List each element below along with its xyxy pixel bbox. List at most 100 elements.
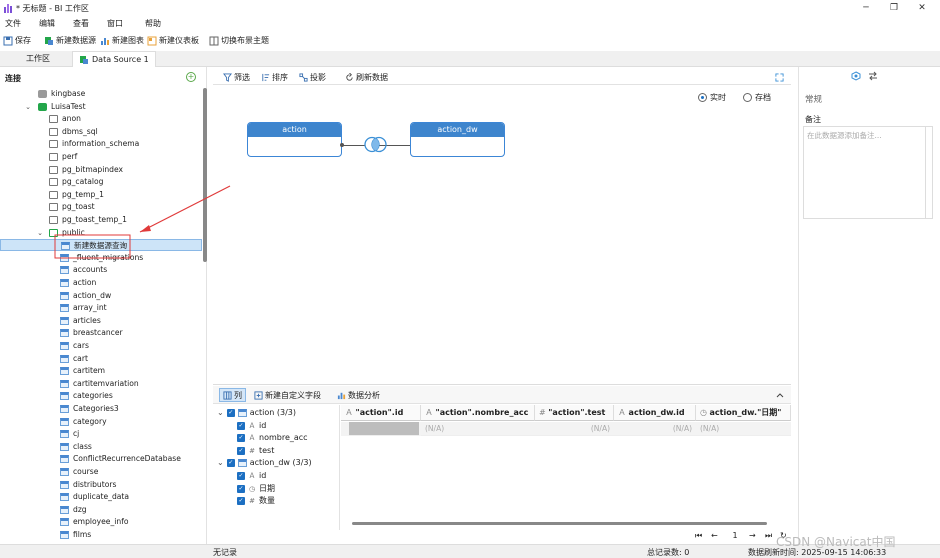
remark-scrollbar[interactable]	[925, 126, 933, 219]
chevron-down-icon[interactable]: ⌄	[217, 407, 224, 419]
toggle-layout-button[interactable]: 切换布景主题	[209, 35, 269, 47]
table-node-action[interactable]: action	[247, 122, 342, 157]
grid-column-header[interactable]: Ａ "action".id	[341, 405, 421, 421]
first-page-icon[interactable]: ⏮	[695, 531, 702, 541]
tree-item[interactable]: cartitemvariation	[0, 378, 202, 390]
tree-item[interactable]: pg_toast_temp_1	[0, 214, 202, 226]
tree-item[interactable]: breastcancer	[0, 327, 202, 339]
grid-column-header[interactable]: Ａ action_dw.id	[614, 405, 696, 421]
checkbox-icon[interactable]: ✓	[226, 459, 235, 468]
maximize-button[interactable]: ❐	[884, 2, 904, 14]
tree-item[interactable]: information_schema	[0, 138, 202, 150]
tab-analysis[interactable]: 数据分析	[337, 388, 380, 402]
tab-datasource[interactable]: Data Source 1	[72, 51, 156, 67]
tree-item[interactable]: anon	[0, 113, 202, 125]
tree-item[interactable]: perf	[0, 151, 202, 163]
field-item[interactable]: ✓ # test	[237, 445, 274, 457]
tree-item[interactable]: action	[0, 277, 202, 289]
chevron-down-icon[interactable]: ⌄	[36, 227, 44, 239]
checkbox-icon[interactable]: ✓	[237, 497, 245, 506]
tree-item[interactable]: articles	[0, 315, 202, 327]
collapse-icon[interactable]	[776, 392, 784, 398]
tree-item[interactable]: ⌄ public	[0, 227, 202, 239]
tree-item[interactable]: ConflictRecurrenceDatabase	[0, 453, 202, 465]
menu-edit[interactable]: 编辑	[39, 18, 55, 29]
table-node-action-dw[interactable]: action_dw	[410, 122, 505, 157]
tree-item[interactable]: cart	[0, 353, 202, 365]
checkbox-icon[interactable]: ✓	[226, 409, 235, 417]
grid-cell[interactable]: (N/A)	[421, 422, 535, 436]
field-group[interactable]: ⌄ ✓ action (3/3)	[217, 407, 296, 419]
grid-column-header[interactable]: Ａ "action".nombre_acc	[421, 405, 535, 421]
close-button[interactable]: ✕	[912, 2, 932, 14]
chevron-down-icon[interactable]: ⌄	[24, 101, 32, 113]
minimize-button[interactable]: ─	[856, 2, 876, 14]
field-item[interactable]: ✓ # 数量	[237, 495, 275, 507]
checkbox-icon[interactable]: ✓	[237, 446, 245, 455]
tab-new-field[interactable]: 新建自定义字段	[254, 388, 321, 402]
field-item[interactable]: ✓ ◷ 日期	[237, 483, 275, 495]
tree-item[interactable]: ⌄ LuisaTest	[0, 101, 202, 113]
tree-item[interactable]: accounts	[0, 264, 202, 276]
refresh-button[interactable]: 刷新数据	[345, 72, 388, 83]
mode-live-radio[interactable]: 实时	[698, 92, 726, 103]
grid-cell[interactable]: (N/A)	[696, 422, 791, 436]
swap-icon[interactable]	[868, 71, 878, 81]
field-group[interactable]: ⌄ ✓ action_dw (3/3)	[217, 457, 312, 469]
tree-item[interactable]: categories	[0, 390, 202, 402]
tree-item[interactable]: distributors	[0, 479, 202, 491]
new-chart-button[interactable]: 新建图表	[100, 35, 144, 47]
sort-button[interactable]: 排序	[261, 72, 288, 83]
remark-textarea[interactable]: 在此数据源添加备注...	[803, 126, 933, 219]
checkbox-icon[interactable]: ✓	[237, 472, 245, 480]
tree-item[interactable]: duplicate_data	[0, 491, 202, 503]
checkbox-icon[interactable]: ✓	[237, 434, 245, 443]
tree-item[interactable]: films	[0, 529, 202, 541]
sidebar-scrollbar[interactable]	[203, 88, 207, 262]
field-item[interactable]: ✓ Ａnombre_acc	[237, 432, 308, 444]
grid-column-header[interactable]: # "action".test	[535, 405, 614, 421]
tree-item[interactable]: pg_bitmapindex	[0, 164, 202, 176]
tree-item[interactable]: Categories3	[0, 403, 202, 415]
inner-join-icon[interactable]	[362, 136, 389, 153]
grid-cell[interactable]	[349, 422, 419, 436]
grid-cell[interactable]: (N/A)	[614, 422, 696, 436]
new-datasource-button[interactable]: 新建数据源	[44, 35, 96, 47]
tree-item[interactable]: kingbase	[0, 88, 202, 100]
menu-file[interactable]: 文件	[5, 18, 21, 29]
tree-item[interactable]: dzg	[0, 504, 202, 516]
add-connection-icon[interactable]: +	[186, 72, 196, 82]
properties-icon[interactable]	[851, 71, 861, 81]
tree-item[interactable]: 新建数据源查询	[0, 239, 202, 252]
new-dashboard-button[interactable]: 新建仪表板	[147, 35, 199, 47]
tab-workspace[interactable]: 工作区	[20, 51, 56, 67]
tree-item[interactable]: pg_temp_1	[0, 189, 202, 201]
menu-help[interactable]: 帮助	[145, 18, 161, 29]
prev-page-icon[interactable]: ←	[711, 531, 718, 540]
grid-scrollbar[interactable]	[352, 522, 767, 525]
tree-item[interactable]: cartitem	[0, 365, 202, 377]
tree-item[interactable]: array_int	[0, 302, 202, 314]
tree-item[interactable]: pg_catalog	[0, 176, 202, 188]
field-item[interactable]: ✓ Ａid	[237, 420, 266, 432]
tree-item[interactable]: action_dw	[0, 290, 202, 302]
tree-item[interactable]: _fluent_migrations	[0, 252, 202, 264]
field-item[interactable]: ✓ Ａid	[237, 470, 266, 482]
expand-icon[interactable]	[775, 73, 784, 82]
tree-item[interactable]: cars	[0, 340, 202, 352]
filter-button[interactable]: 筛选	[223, 72, 250, 83]
grid-cell[interactable]: (N/A)	[535, 422, 614, 436]
chevron-down-icon[interactable]: ⌄	[217, 457, 224, 469]
projection-button[interactable]: 投影	[299, 72, 326, 83]
mode-store-radio[interactable]: 存档	[743, 92, 771, 103]
tree-item[interactable]: course	[0, 466, 202, 478]
tree-item[interactable]: class	[0, 441, 202, 453]
next-page-icon[interactable]: →	[749, 531, 756, 540]
tab-columns[interactable]: 列	[219, 388, 246, 402]
menu-window[interactable]: 窗口	[107, 18, 123, 29]
tree-item[interactable]: dbms_sql	[0, 126, 202, 138]
save-button[interactable]: 保存	[3, 35, 31, 47]
menu-view[interactable]: 查看	[73, 18, 89, 29]
checkbox-icon[interactable]: ✓	[237, 484, 245, 493]
tree-item[interactable]: category	[0, 416, 202, 428]
